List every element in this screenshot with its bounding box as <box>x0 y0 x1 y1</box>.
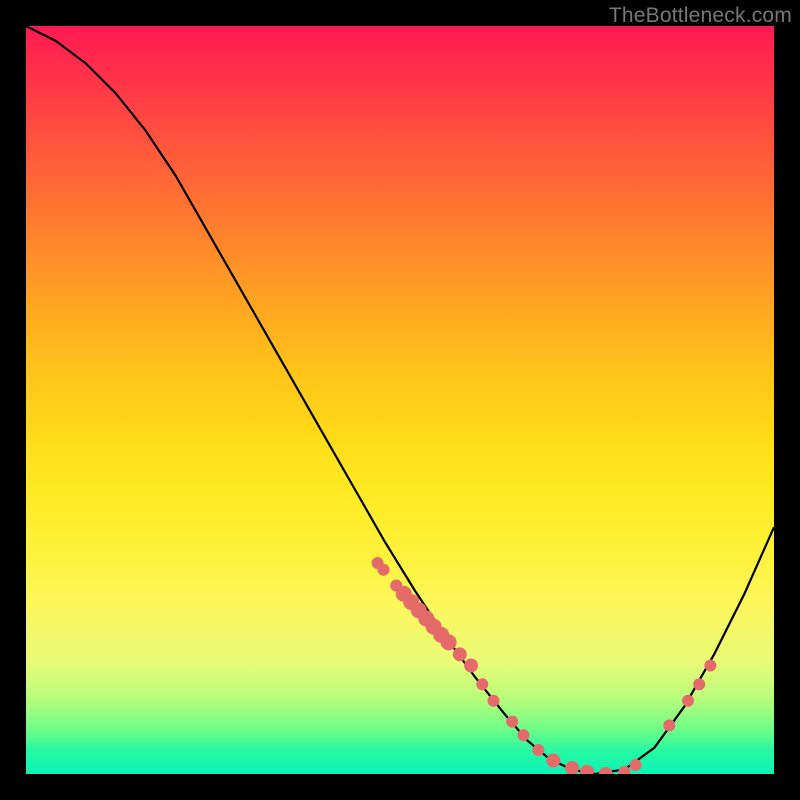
curve-marker <box>565 761 579 774</box>
curve-marker <box>532 744 544 756</box>
curve-marker <box>546 754 560 768</box>
chart-container: TheBottleneck.com <box>0 0 800 800</box>
curve-marker <box>682 695 694 707</box>
curve-markers <box>372 557 717 774</box>
curve-marker <box>517 729 529 741</box>
curve-marker <box>580 765 594 774</box>
curve-marker <box>704 660 716 672</box>
curve-marker <box>453 647 467 661</box>
curve-marker <box>693 678 705 690</box>
curve-marker <box>663 719 675 731</box>
curve-marker <box>488 695 500 707</box>
watermark-label: TheBottleneck.com <box>609 4 792 28</box>
curve-marker <box>464 659 478 673</box>
curve-marker <box>506 716 518 728</box>
plot-area <box>26 26 774 774</box>
curve-marker <box>378 564 390 576</box>
chart-svg <box>26 26 774 774</box>
curve-marker <box>599 767 613 774</box>
bottleneck-curve <box>26 26 774 774</box>
curve-marker <box>630 759 642 771</box>
curve-marker <box>441 634 457 650</box>
curve-marker <box>476 678 488 690</box>
